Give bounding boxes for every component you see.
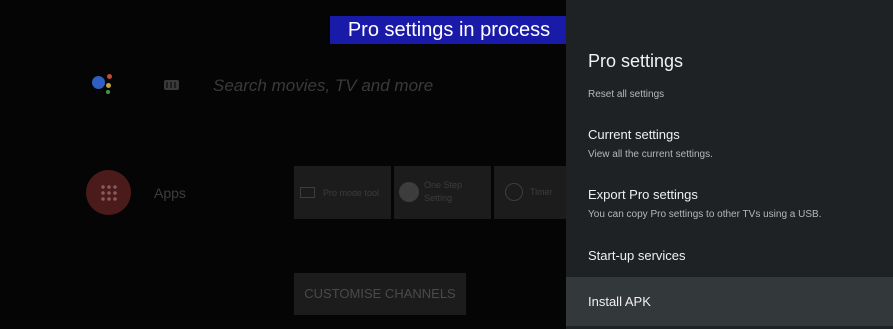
menu-item-label: Install APK bbox=[588, 294, 651, 309]
apps-label: Apps bbox=[154, 185, 186, 201]
customise-channels-button[interactable]: CUSTOMISE CHANNELS bbox=[294, 273, 466, 315]
tile-label: Pro mode tool bbox=[323, 188, 380, 198]
menu-item-install-apk[interactable]: Install APK bbox=[566, 277, 893, 326]
google-assistant-icon[interactable] bbox=[92, 70, 124, 100]
status-banner: Pro settings in process bbox=[330, 16, 568, 44]
menu-item-start-up-services[interactable]: Start-up services bbox=[588, 248, 686, 263]
keyboard-icon[interactable] bbox=[164, 80, 179, 90]
tv-icon bbox=[300, 187, 315, 198]
wrench-icon bbox=[399, 182, 419, 202]
menu-item-subtitle: You can copy Pro settings to other TVs u… bbox=[588, 209, 822, 220]
menu-item-current-settings[interactable]: Current settings bbox=[588, 127, 680, 142]
search-placeholder[interactable]: Search movies, TV and more bbox=[213, 76, 433, 96]
tile-pro-mode-tool[interactable]: Pro mode tool bbox=[294, 166, 391, 219]
apps-grid-icon bbox=[100, 184, 117, 201]
menu-item-export-pro-settings[interactable]: Export Pro settings bbox=[588, 187, 698, 202]
tile-label: Timer bbox=[530, 187, 553, 197]
tile-one-step-setting[interactable]: One Step Setting bbox=[394, 166, 491, 219]
menu-item-subtitle: View all the current settings. bbox=[588, 149, 713, 160]
tile-label-line2: Setting bbox=[424, 193, 453, 203]
clock-icon bbox=[505, 183, 523, 201]
panel-title: Pro settings bbox=[588, 51, 684, 71]
tile-label-line1: One Step bbox=[424, 180, 463, 190]
tile-timer[interactable]: Timer bbox=[494, 166, 566, 219]
menu-item-reset-all-settings[interactable]: Reset all settings bbox=[588, 89, 664, 100]
